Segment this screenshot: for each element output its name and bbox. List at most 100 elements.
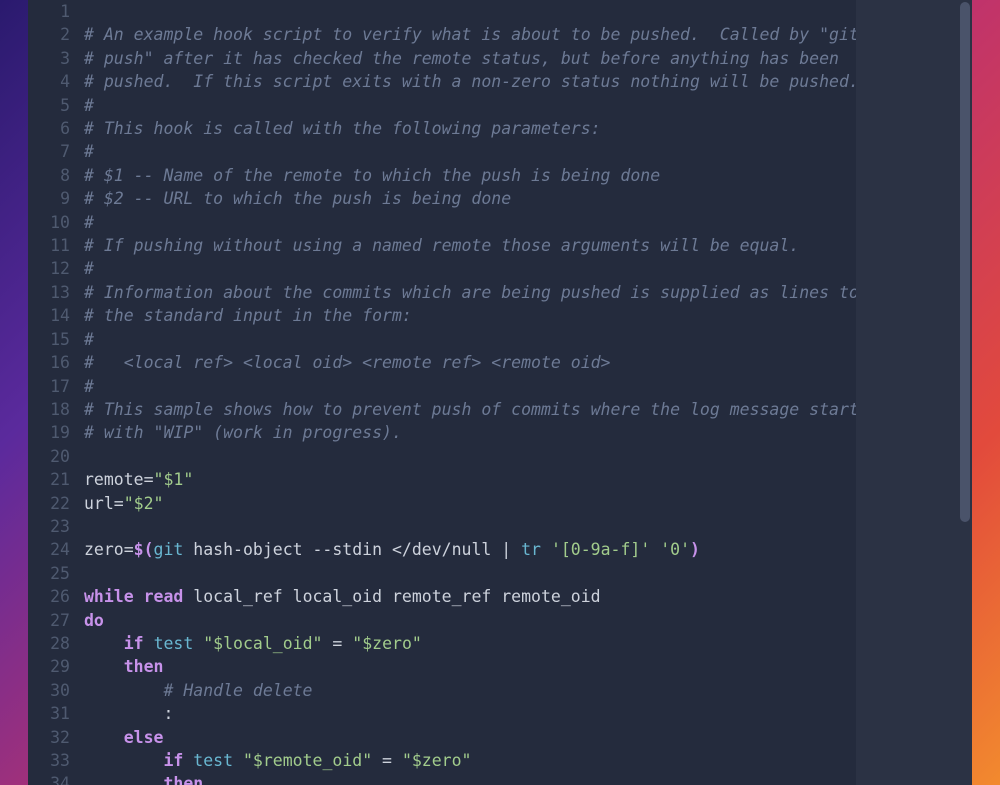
code-content[interactable]: then bbox=[84, 772, 203, 785]
code-content[interactable]: # <local ref> <local oid> <remote ref> <… bbox=[84, 351, 611, 374]
line-number: 12 bbox=[28, 257, 84, 280]
line-number: 20 bbox=[28, 445, 84, 468]
code-content[interactable]: if test "$local_oid" = "$zero" bbox=[84, 632, 422, 655]
line-number: 9 bbox=[28, 187, 84, 210]
line-number: 4 bbox=[28, 70, 84, 93]
code-content[interactable]: # If pushing without using a named remot… bbox=[84, 234, 799, 257]
code-line[interactable]: 4# pushed. If this script exits with a n… bbox=[28, 70, 856, 93]
code-content[interactable]: # Handle delete bbox=[84, 679, 313, 702]
line-number: 32 bbox=[28, 726, 84, 749]
code-content[interactable]: # Information about the commits which ar… bbox=[84, 281, 856, 304]
code-content[interactable]: remote="$1" bbox=[84, 468, 193, 491]
line-number: 23 bbox=[28, 515, 84, 538]
code-content[interactable]: # pushed. If this script exits with a no… bbox=[84, 70, 856, 93]
line-number: 28 bbox=[28, 632, 84, 655]
code-line[interactable]: 7# bbox=[28, 140, 856, 163]
token-keyword: do bbox=[84, 611, 104, 630]
code-content[interactable]: while read local_ref local_oid remote_re… bbox=[84, 585, 601, 608]
code-line[interactable]: 10# bbox=[28, 211, 856, 234]
line-number: 14 bbox=[28, 304, 84, 327]
code-content[interactable]: then bbox=[84, 655, 164, 678]
code-line[interactable]: 29 then bbox=[28, 655, 856, 678]
code-content[interactable]: # bbox=[84, 328, 94, 351]
code-content[interactable]: do bbox=[84, 609, 104, 632]
scrollbar-thumb[interactable] bbox=[960, 2, 970, 522]
code-content[interactable]: # This hook is called with the following… bbox=[84, 117, 601, 140]
token-comment: # with "WIP" (work in progress). bbox=[84, 423, 402, 442]
line-number: 22 bbox=[28, 492, 84, 515]
code-line[interactable]: 30 # Handle delete bbox=[28, 679, 856, 702]
token-cmd: git bbox=[154, 540, 184, 559]
code-line[interactable]: 17# bbox=[28, 375, 856, 398]
code-line[interactable]: 12# bbox=[28, 257, 856, 280]
code-line[interactable]: 34 then bbox=[28, 772, 856, 785]
code-line[interactable]: 21remote="$1" bbox=[28, 468, 856, 491]
code-line[interactable]: 27do bbox=[28, 609, 856, 632]
code-content[interactable]: # the standard input in the form: bbox=[84, 304, 412, 327]
code-line[interactable]: 8# $1 -- Name of the remote to which the… bbox=[28, 164, 856, 187]
code-line[interactable]: 5# bbox=[28, 94, 856, 117]
code-line[interactable]: 19# with "WIP" (work in progress). bbox=[28, 421, 856, 444]
token-comment: # bbox=[84, 259, 94, 278]
token-default bbox=[541, 540, 551, 559]
code-content[interactable]: # This sample shows how to prevent push … bbox=[84, 398, 856, 421]
code-line[interactable]: 14# the standard input in the form: bbox=[28, 304, 856, 327]
code-line[interactable]: 20 bbox=[28, 445, 856, 468]
vertical-scrollbar[interactable] bbox=[958, 0, 972, 785]
token-default: hash-object --stdin </dev/null | bbox=[183, 540, 521, 559]
code-line[interactable]: 22url="$2" bbox=[28, 492, 856, 515]
code-line[interactable]: 15# bbox=[28, 328, 856, 351]
token-keyword: else bbox=[124, 728, 164, 747]
code-content[interactable]: # bbox=[84, 94, 94, 117]
code-content[interactable]: # bbox=[84, 375, 94, 398]
token-comment: # $2 -- URL to which the push is being d… bbox=[84, 189, 511, 208]
token-keyword: if bbox=[163, 751, 183, 770]
code-line[interactable]: 23 bbox=[28, 515, 856, 538]
code-line[interactable]: 13# Information about the commits which … bbox=[28, 281, 856, 304]
line-number: 29 bbox=[28, 655, 84, 678]
code-content[interactable]: # bbox=[84, 140, 94, 163]
code-line[interactable]: 2# An example hook script to verify what… bbox=[28, 23, 856, 46]
code-line[interactable]: 31 : bbox=[28, 702, 856, 725]
code-line[interactable]: 6# This hook is called with the followin… bbox=[28, 117, 856, 140]
token-keyword: $( bbox=[134, 540, 154, 559]
token-keyword: if bbox=[124, 634, 144, 653]
code-line[interactable]: 1 bbox=[28, 0, 856, 23]
code-content[interactable]: zero=$(git hash-object --stdin </dev/nul… bbox=[84, 538, 700, 561]
code-content[interactable]: # bbox=[84, 211, 94, 234]
token-default: local_ref local_oid remote_ref remote_oi… bbox=[183, 587, 600, 606]
code-content[interactable]: if test "$remote_oid" = "$zero" bbox=[84, 749, 471, 772]
token-comment: # bbox=[84, 213, 94, 232]
code-editor[interactable]: 12# An example hook script to verify wha… bbox=[28, 0, 856, 785]
code-line[interactable]: 9# $2 -- URL to which the push is being … bbox=[28, 187, 856, 210]
code-line[interactable]: 28 if test "$local_oid" = "$zero" bbox=[28, 632, 856, 655]
code-line[interactable]: 24zero=$(git hash-object --stdin </dev/n… bbox=[28, 538, 856, 561]
code-line[interactable]: 32 else bbox=[28, 726, 856, 749]
code-content[interactable]: url="$2" bbox=[84, 492, 164, 515]
token-default bbox=[84, 681, 163, 700]
line-number: 31 bbox=[28, 702, 84, 725]
token-default bbox=[144, 634, 154, 653]
code-line[interactable]: 11# If pushing without using a named rem… bbox=[28, 234, 856, 257]
code-content[interactable]: # $2 -- URL to which the push is being d… bbox=[84, 187, 511, 210]
code-content[interactable]: # An example hook script to verify what … bbox=[84, 23, 856, 46]
code-line[interactable]: 25 bbox=[28, 562, 856, 585]
code-content[interactable]: # with "WIP" (work in progress). bbox=[84, 421, 402, 444]
token-string: "$2" bbox=[124, 494, 164, 513]
code-line[interactable]: 16# <local ref> <local oid> <remote ref>… bbox=[28, 351, 856, 374]
code-line[interactable]: 18# This sample shows how to prevent pus… bbox=[28, 398, 856, 421]
code-line[interactable]: 26while read local_ref local_oid remote_… bbox=[28, 585, 856, 608]
code-content[interactable]: # $1 -- Name of the remote to which the … bbox=[84, 164, 660, 187]
code-content[interactable]: : bbox=[84, 702, 173, 725]
code-line[interactable]: 3# push" after it has checked the remote… bbox=[28, 47, 856, 70]
token-comment: # This hook is called with the following… bbox=[84, 119, 601, 138]
code-content[interactable]: else bbox=[84, 726, 164, 749]
code-line[interactable]: 33 if test "$remote_oid" = "$zero" bbox=[28, 749, 856, 772]
token-cmd: tr bbox=[521, 540, 541, 559]
token-default: : bbox=[84, 704, 173, 723]
code-content[interactable]: # bbox=[84, 257, 94, 280]
line-number: 7 bbox=[28, 140, 84, 163]
token-keyword: ) bbox=[690, 540, 700, 559]
line-number: 16 bbox=[28, 351, 84, 374]
code-content[interactable]: # push" after it has checked the remote … bbox=[84, 47, 839, 70]
